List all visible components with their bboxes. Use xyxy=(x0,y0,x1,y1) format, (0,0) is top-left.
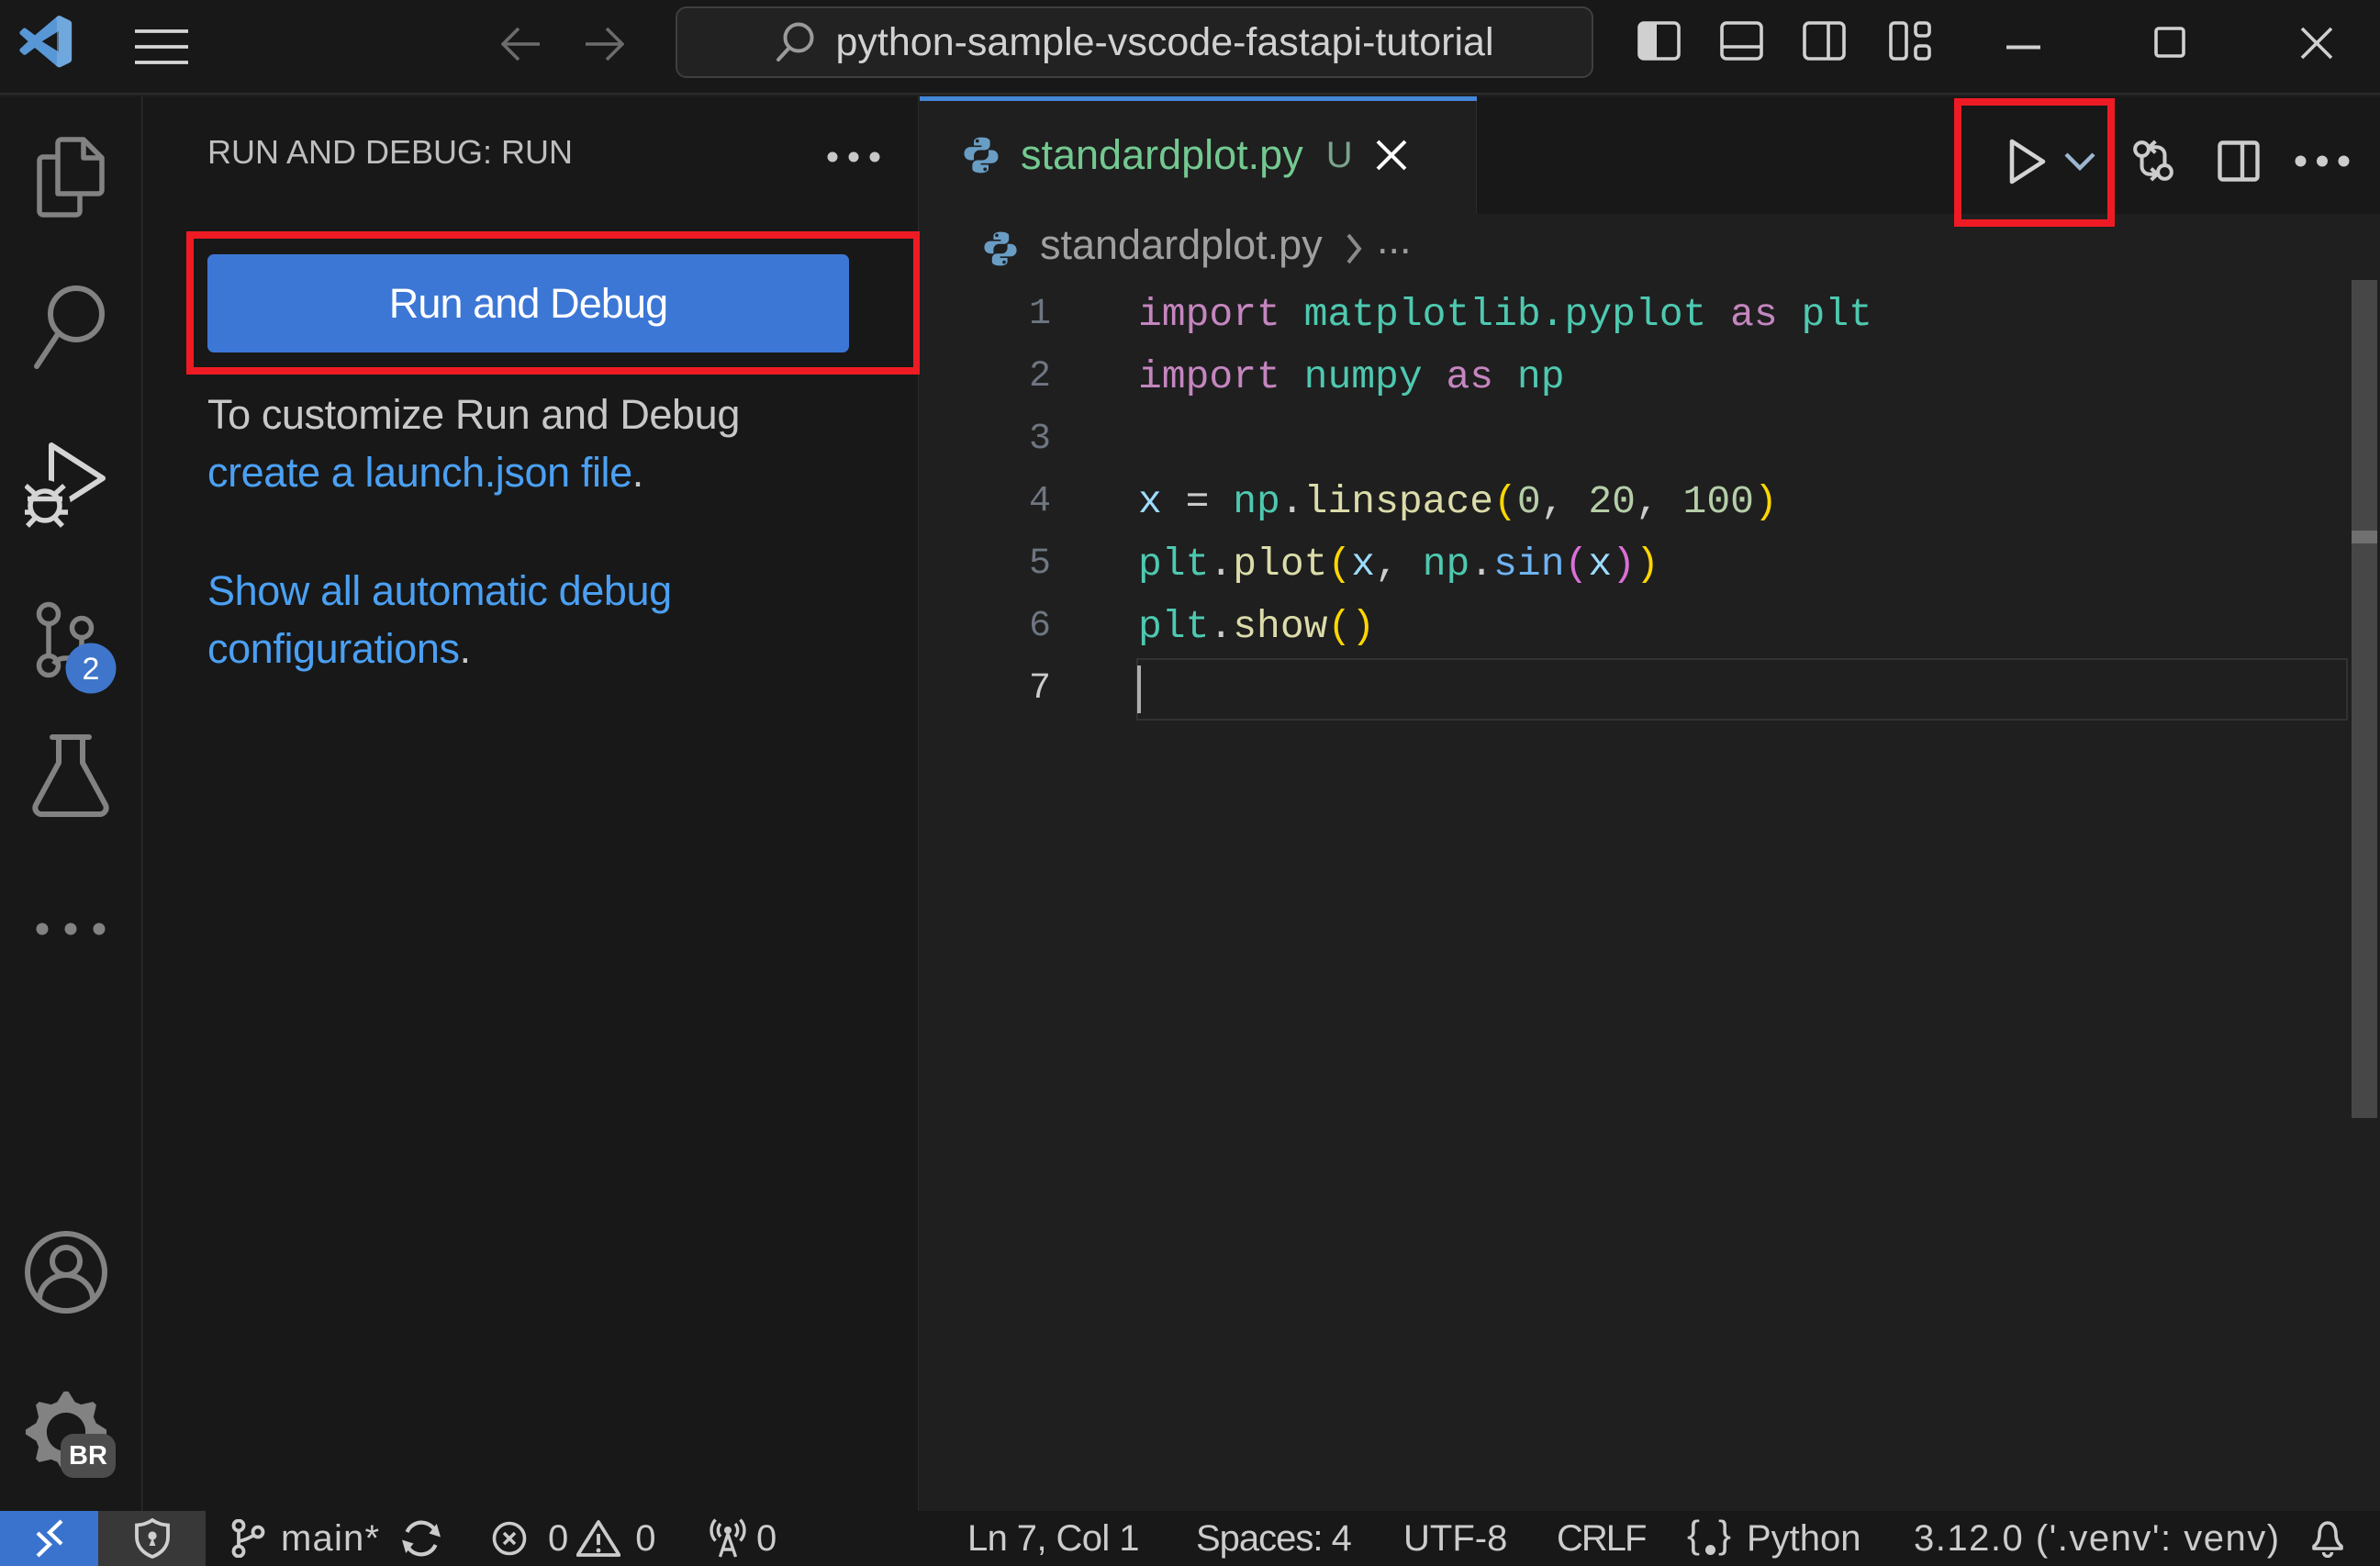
svg-text:2: 2 xyxy=(83,652,100,687)
